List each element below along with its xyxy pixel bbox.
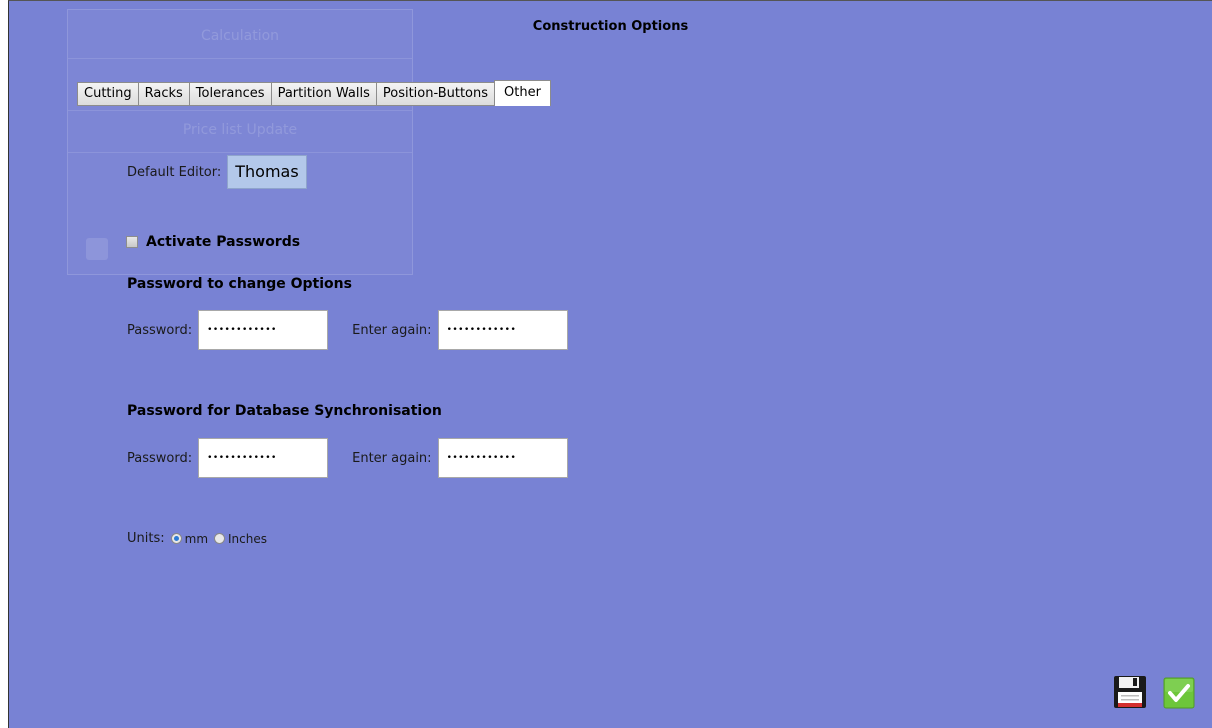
tab-racks[interactable]: Racks <box>137 82 189 106</box>
tab-tolerances[interactable]: Tolerances <box>188 82 271 106</box>
default-editor-row: Default Editor: Thomas <box>127 155 307 189</box>
construction-options-dialog: Calculation Price list Update Constructi… <box>8 0 1212 728</box>
units-row: Units: mm Inches <box>127 531 267 546</box>
sync-password-again-input[interactable]: •••••••••••• <box>437 438 568 478</box>
background-window-subtitle: Price list Update <box>182 122 298 138</box>
sync-password-heading-row: Password for Database Synchronisation <box>127 403 442 419</box>
sync-password-value: •••••••••••• <box>207 453 277 463</box>
units-inches-label[interactable]: Inches <box>228 532 267 546</box>
dialog-title: Construction Options <box>532 19 689 34</box>
activate-passwords-row: Activate Passwords <box>126 234 300 250</box>
activate-passwords-checkbox[interactable] <box>126 236 138 248</box>
default-editor-label: Default Editor: <box>127 164 222 180</box>
units-inches-radio[interactable] <box>214 533 226 544</box>
tab-partition-walls[interactable]: Partition Walls <box>270 82 376 106</box>
floppy-disk-icon[interactable] <box>1113 675 1147 709</box>
options-password-input[interactable]: •••••••••••• <box>198 310 329 350</box>
options-tab-strip: Cutting Racks Tolerances Partition Walls… <box>77 80 551 106</box>
options-password-row: Password: •••••••••••• Enter again: ••••… <box>127 310 568 350</box>
tab-position-buttons[interactable]: Position-Buttons <box>375 82 495 106</box>
units-mm-label[interactable]: mm <box>185 532 208 546</box>
options-password-label: Password: <box>127 322 193 338</box>
options-password-again-label: Enter again: <box>352 322 432 338</box>
units-mm-radio[interactable] <box>170 533 182 544</box>
sync-password-row: Password: •••••••••••• Enter again: ••••… <box>127 438 568 478</box>
sync-password-heading: Password for Database Synchronisation <box>127 403 442 419</box>
options-password-again-value: •••••••••••• <box>446 325 517 335</box>
background-window-icon <box>86 238 108 260</box>
green-checkmark-icon[interactable] <box>1163 677 1195 709</box>
options-password-value: •••••••••••• <box>207 325 277 335</box>
sync-password-again-label: Enter again: <box>352 450 432 466</box>
default-editor-field[interactable]: Thomas <box>227 155 307 189</box>
options-password-again-input[interactable]: •••••••••••• <box>437 310 568 350</box>
sync-password-label: Password: <box>127 450 193 466</box>
activate-passwords-label: Activate Passwords <box>146 234 301 250</box>
units-label: Units: <box>127 531 165 546</box>
tab-other[interactable]: Other <box>494 80 551 106</box>
options-password-heading-row: Password to change Options <box>127 276 352 292</box>
tab-cutting[interactable]: Cutting <box>77 82 138 106</box>
sync-password-again-value: •••••••••••• <box>446 453 517 463</box>
sync-password-input[interactable]: •••••••••••• <box>198 438 329 478</box>
options-password-heading: Password to change Options <box>127 276 352 292</box>
